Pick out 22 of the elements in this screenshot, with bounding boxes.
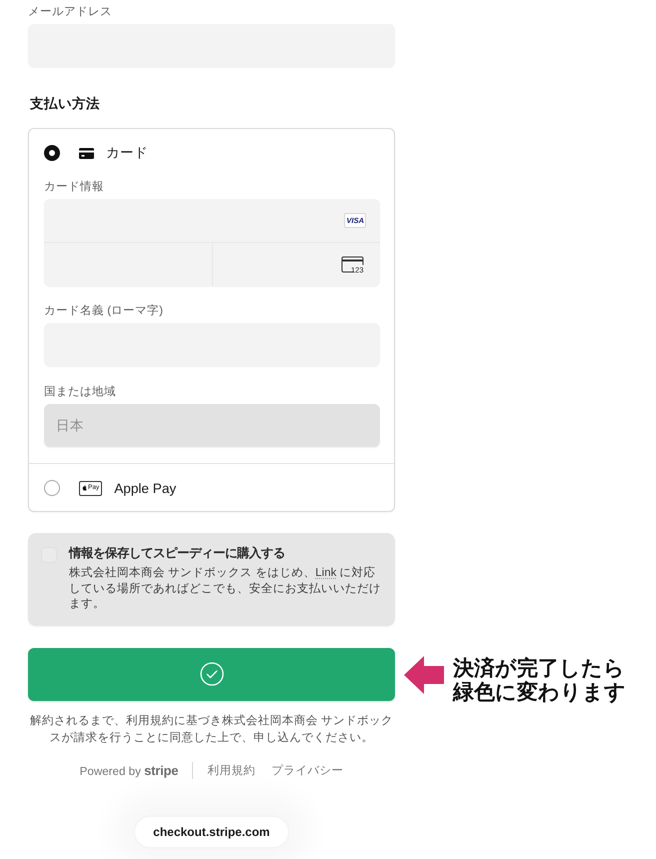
terms-text: 解約されるまで、利用規約に基づき株式会社岡本商会 サンドボックスが請求を行うことに同意した上で、申し込んでください。 (28, 712, 394, 746)
save-info-title: 情報を保存してスピーディーに購入する (69, 545, 285, 562)
footer-link[interactable]: プライバシー (271, 763, 344, 778)
save-info-description: 株式会社岡本商会 サンドボックス をはじめ、Link に対応している場所であればどこでも、安全にお支払いいただけます。 (69, 566, 382, 612)
check-circle-icon (200, 662, 224, 686)
footer-link[interactable]: 利用規約 (207, 763, 256, 778)
section-heading: 支払い方法 (30, 95, 100, 113)
field-label: カード情報 (44, 179, 104, 195)
url-pill: checkout.stripe.com (135, 816, 288, 846)
credit-card-icon (79, 148, 94, 158)
field-label: カード名義 (ローマ字) (44, 303, 163, 319)
annotation-text: 決済が完了したら緑色に変わります (453, 656, 627, 706)
field-label: 国または地域 (44, 384, 116, 400)
left-arrow-icon (404, 656, 444, 694)
field-label: メールアドレス (28, 4, 112, 20)
radio-button[interactable] (44, 145, 60, 161)
powered-by-link[interactable]: Powered by stripe (80, 763, 178, 778)
payment-method-label: Apple Pay (114, 480, 176, 496)
pay-button[interactable] (28, 648, 395, 700)
expiry-field[interactable] (44, 243, 212, 286)
payment-method-label: カード (106, 144, 148, 162)
radio-button[interactable] (44, 480, 60, 496)
